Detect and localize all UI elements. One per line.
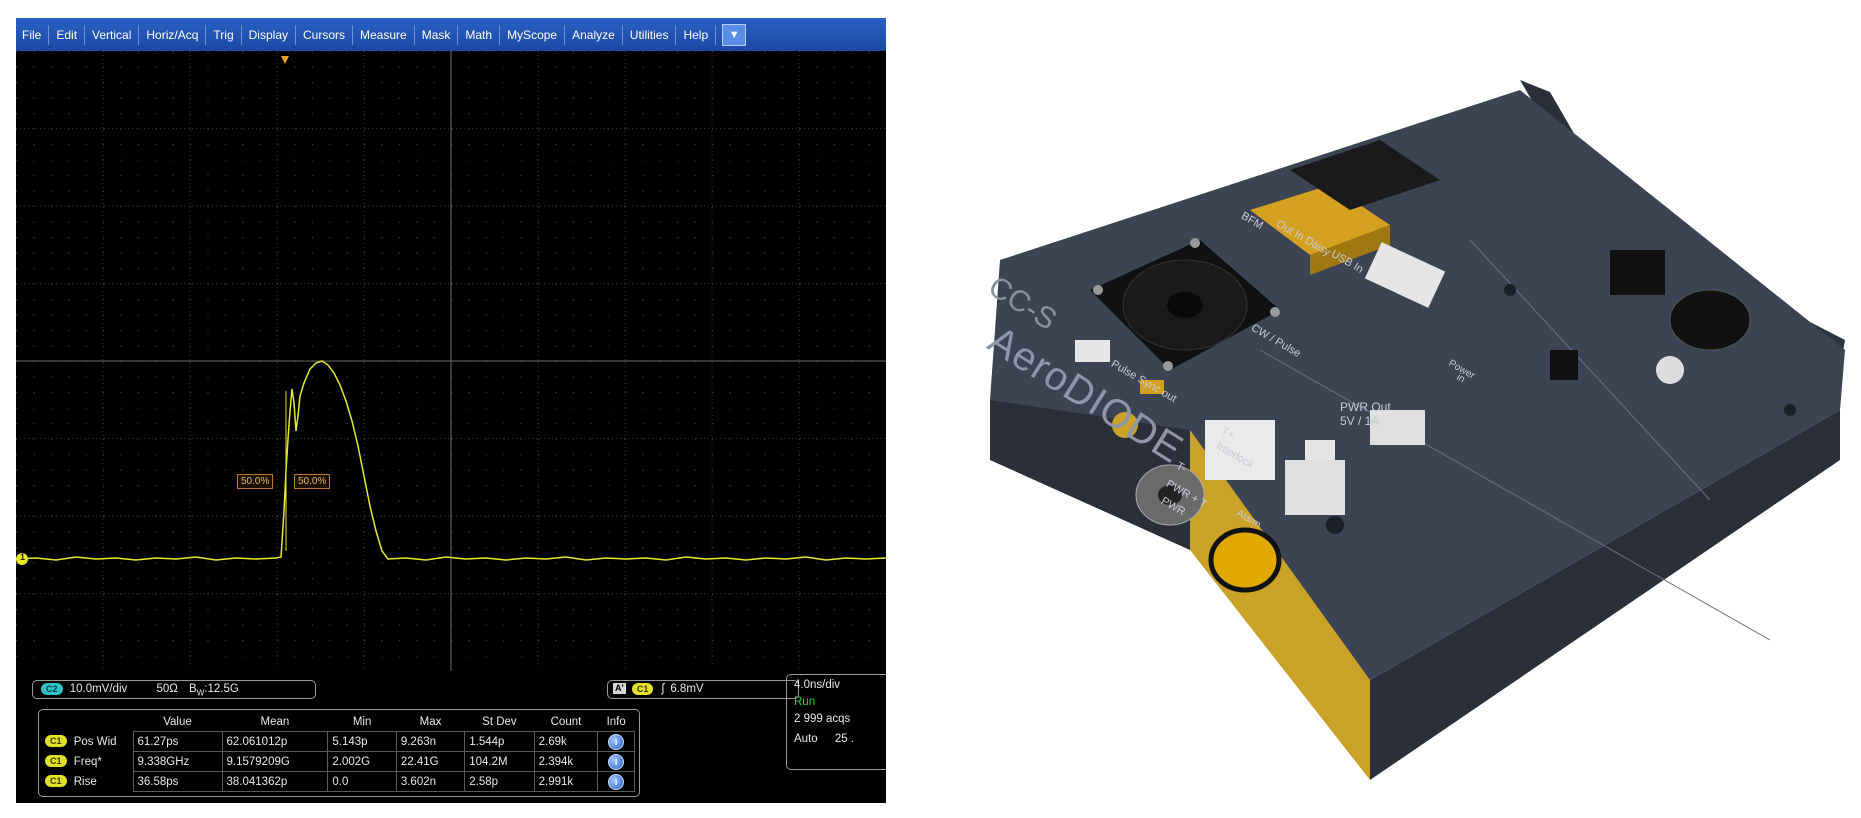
cell-stdev: 2.58p: [464, 771, 535, 792]
trigger-level: 6.8mV: [670, 683, 704, 695]
knob: [1208, 527, 1282, 593]
cell-max: 3.602n: [395, 771, 466, 792]
pulse-sync-connector: [1075, 340, 1110, 362]
column-header-count: Count: [550, 715, 582, 728]
trigger-slope-icon: ʃ: [661, 683, 665, 695]
cell-count: 2.394k: [533, 751, 599, 772]
menu-analyze[interactable]: Analyze: [565, 24, 623, 45]
row-channel-badge: C1: [45, 735, 67, 748]
channel-impedance: 50Ω: [156, 683, 178, 695]
label-pwr-out: PWR Out: [1340, 400, 1391, 414]
row-label: Freq*: [73, 755, 102, 768]
channel-scale-box[interactable]: C2 10.0mV/div 50Ω BW:12.5G: [32, 680, 316, 699]
menu-edit[interactable]: Edit: [49, 24, 86, 45]
acquisition-box[interactable]: 4.0ns/div Run 2 999 acqs Auto 25 .: [786, 674, 886, 770]
label-pwr-out-spec: 5V / 1A: [1340, 414, 1380, 428]
row-label: Rise: [73, 775, 97, 788]
cell-min: 5.143p: [327, 731, 397, 752]
oscilloscope-window: File Edit Vertical Horiz/Acq Trig Displa…: [16, 18, 886, 803]
trigger-mode: Auto: [794, 733, 818, 745]
info-icon[interactable]: i: [608, 733, 625, 750]
column-header-badge: [43, 712, 133, 732]
usb-connector: [1610, 250, 1665, 295]
cell-value: 61.27ps: [132, 731, 223, 752]
row-channel-badge: C1: [45, 775, 67, 788]
cell-min: 0.0: [327, 771, 397, 792]
menu-cursors[interactable]: Cursors: [296, 24, 354, 45]
column-header-value: Value: [163, 715, 192, 728]
menu-utilities[interactable]: Utilities: [623, 24, 677, 45]
waveform-display[interactable]: 1 50.0% 50.0%: [16, 51, 886, 671]
acq-extra: 25 .: [834, 733, 855, 745]
readout-panel: C2 10.0mV/div 50Ω BW:12.5G A' C1 ʃ 6.8mV…: [16, 673, 886, 801]
menu-myscope[interactable]: MyScope: [500, 24, 566, 45]
menu-display[interactable]: Display: [242, 24, 296, 45]
t-connectors: [1285, 460, 1345, 515]
row-channel-badge: C1: [45, 755, 67, 768]
row-label: Pos Wid: [73, 735, 117, 748]
trigger-box[interactable]: A' C1 ʃ 6.8mV: [607, 680, 799, 699]
channel-1-marker-label: 1: [19, 552, 25, 562]
menu-horiz-acq[interactable]: Horiz/Acq: [139, 24, 207, 45]
bandwidth-value: :12.5G: [204, 683, 239, 695]
menu-file[interactable]: File: [16, 24, 50, 45]
capacitor: [1656, 356, 1684, 384]
column-header-mean: Mean: [260, 715, 290, 728]
menu-measure[interactable]: Measure: [353, 24, 415, 45]
menu-bar: File Edit Vertical Horiz/Acq Trig Displa…: [16, 18, 886, 51]
column-header-max: Max: [419, 715, 442, 728]
cell-max: 22.41G: [395, 751, 466, 772]
cell-mean: 38.041362p: [221, 771, 329, 792]
cell-stdev: 1.544p: [464, 731, 535, 752]
channel-scale: 10.0mV/div: [69, 683, 128, 695]
menu-math[interactable]: Math: [458, 24, 501, 45]
cell-count: 2.69k: [533, 731, 599, 752]
table-row[interactable]: C1 Freq* 9.338GHz 9.1579209G 2.002G 22.4…: [43, 751, 635, 772]
measurement-table: Value Mean Min Max St Dev Count Info C1 …: [38, 709, 640, 797]
cell-mean: 62.061012p: [221, 731, 329, 752]
bandwidth-prefix: B: [189, 683, 197, 695]
cell-stdev: 104.2M: [464, 751, 535, 772]
pwr-out-connector: [1305, 440, 1335, 462]
column-header-stdev: St Dev: [482, 715, 517, 728]
acq-state: Run: [794, 696, 816, 708]
cell-max: 9.263n: [395, 731, 466, 752]
menu-vertical[interactable]: Vertical: [85, 24, 140, 45]
cell-count: 2.991k: [533, 771, 599, 792]
device-photo: CC-S AeroDIODE BFM Out In Daisy USB In C…: [981, 80, 1845, 780]
trigger-channel-badge: C1: [631, 682, 654, 695]
timebase: 4.0ns/div: [794, 679, 841, 691]
menu-help[interactable]: Help: [676, 24, 717, 45]
menu-dropdown-button[interactable]: ▼: [722, 23, 747, 46]
waveform-graticule: [16, 51, 886, 671]
cell-mean: 9.1579209G: [221, 751, 329, 772]
cw-pulse-jumper: [1550, 350, 1578, 380]
cursor-left-label[interactable]: 50.0%: [237, 474, 274, 489]
info-icon[interactable]: i: [608, 753, 625, 770]
table-row[interactable]: C1 Pos Wid 61.27ps 62.061012p 5.143p 9.2…: [43, 731, 635, 752]
channel-badge: C2: [41, 682, 63, 695]
cell-min: 2.002G: [327, 751, 397, 772]
info-icon[interactable]: i: [608, 773, 625, 790]
menu-trig[interactable]: Trig: [206, 24, 242, 45]
trigger-mode-badge: A': [613, 683, 626, 695]
menu-mask[interactable]: Mask: [415, 24, 459, 45]
cell-value: 36.58ps: [132, 771, 223, 792]
power-jack: [1669, 289, 1751, 351]
cursor-right-label[interactable]: 50.0%: [294, 474, 331, 489]
cell-value: 9.338GHz: [132, 751, 223, 772]
column-header-info: Info: [606, 715, 626, 728]
column-header-min: Min: [352, 715, 372, 728]
acq-count: 2 999 acqs: [794, 713, 851, 725]
table-row[interactable]: C1 Rise 36.58ps 38.041362p 0.0 3.602n 2.…: [43, 771, 635, 792]
